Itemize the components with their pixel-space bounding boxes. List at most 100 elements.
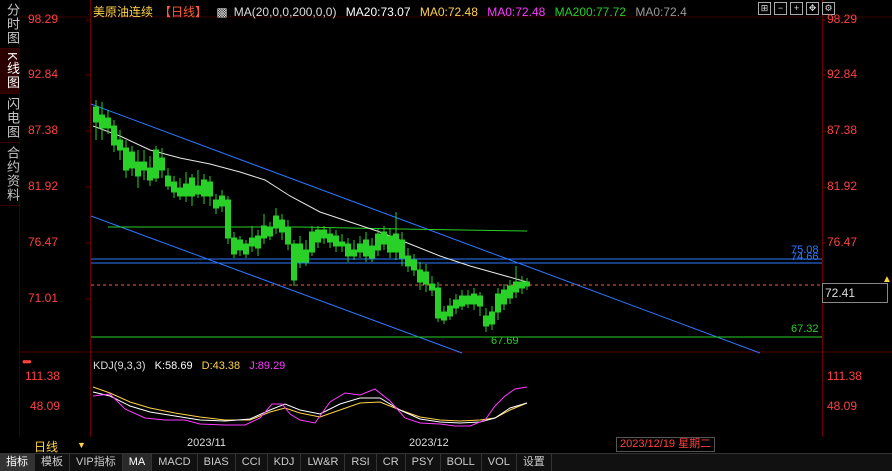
plus-icon[interactable]: +: [790, 2, 803, 15]
chevron-down-icon[interactable]: ▼: [77, 440, 86, 450]
price-ticks: [86, 19, 826, 300]
kdj-axis-label-right: 111.38: [827, 369, 862, 383]
channel-upper-line[interactable]: [90, 103, 761, 354]
candle-body: [225, 199, 231, 239]
candle-body: [357, 243, 363, 253]
ma20-value: MA20:73.07: [345, 5, 411, 19]
price-label-right: 98.29: [827, 12, 858, 26]
candle-body: [231, 237, 237, 255]
candle-body: [321, 229, 327, 239]
indicator-tab[interactable]: VOL: [482, 454, 517, 471]
candle-body: [177, 187, 183, 197]
candle-body: [267, 227, 273, 237]
kdj-header: KDJ(9,3,3) K:58.69 D:43.38 J:89.29: [93, 360, 291, 372]
indicator-tab[interactable]: MA: [122, 454, 153, 471]
candle-body: [165, 175, 171, 187]
candle-body: [261, 225, 267, 239]
candle-body: [501, 289, 507, 305]
low-price-label: 67.69: [491, 335, 519, 347]
candle-body: [327, 233, 333, 243]
indicator-tab[interactable]: BIAS: [198, 454, 236, 471]
indicator-tab[interactable]: MACD: [152, 454, 198, 471]
candle-body: [519, 281, 525, 289]
candle-body: [411, 259, 417, 271]
chart-header: 美原油连续 【日线】 ▩ MA(20,0,0,200,0,0) MA20:73.07…: [93, 3, 693, 20]
candle-body: [387, 235, 393, 253]
indicator-tab[interactable]: CR: [377, 454, 406, 471]
kdj-j-line: [92, 386, 528, 427]
candle-body: [207, 181, 213, 197]
indicator-tab[interactable]: KDJ: [268, 454, 302, 471]
ma-params[interactable]: MA(20,0,0,200,0,0): [234, 5, 337, 19]
ma200-value: MA200:77.72: [554, 5, 627, 19]
kdj-title[interactable]: KDJ(9,3,3): [93, 360, 146, 372]
candle-body: [441, 311, 447, 321]
candle-body: [93, 106, 99, 123]
indicator-tab[interactable]: BOLL: [441, 454, 482, 471]
price-label-left: 87.38: [28, 123, 59, 137]
minus-icon[interactable]: −: [774, 2, 787, 15]
candle-body: [135, 161, 141, 177]
indicator-tab[interactable]: 指标: [0, 454, 35, 471]
candle-body: [375, 233, 381, 251]
indicator-tab[interactable]: RSI: [345, 454, 377, 471]
candle-body: [315, 229, 321, 243]
price-label-left: 92.84: [28, 67, 59, 81]
candle-body: [471, 293, 477, 305]
kdj-axis-label-right: 48.09: [827, 399, 858, 413]
date-label: 2023/12: [409, 437, 449, 449]
candle-body: [429, 283, 435, 291]
candle-body: [285, 227, 291, 245]
kdj-d-line: [92, 386, 528, 422]
candle-body: [117, 139, 123, 151]
indicator-tab[interactable]: 设置: [517, 454, 552, 471]
candle-body: [291, 243, 297, 281]
price-label-right: 76.47: [827, 235, 858, 249]
candle-body: [489, 311, 495, 325]
instrument-title: 美原油连续: [93, 5, 154, 19]
price-label-left: 81.92: [28, 179, 59, 193]
candle-body: [453, 299, 459, 309]
candle-body: [297, 243, 303, 263]
price-label-right: 87.38: [827, 123, 858, 137]
candle-body: [507, 285, 513, 299]
candle-body: [171, 181, 177, 193]
candle-body: [111, 125, 117, 146]
level-label-74: 74.66: [791, 251, 819, 263]
kdj-k-value: K:58.69: [154, 360, 193, 372]
candle-body: [195, 185, 201, 195]
kdj-d-value: D:43.38: [201, 360, 241, 372]
candle-body: [399, 239, 405, 259]
move-icon[interactable]: ✥: [806, 2, 819, 15]
kdj-menu-icon[interactable]: •••: [22, 354, 32, 369]
candle-body: [249, 237, 255, 247]
ma0-value-2: MA0:72.48: [487, 5, 546, 19]
price-label-right: 81.92: [827, 179, 858, 193]
candle-body: [459, 295, 465, 307]
date-label: 2023/11: [187, 437, 226, 449]
indicator-tab[interactable]: VIP指标: [70, 454, 123, 471]
kline-chart[interactable]: 美原油连续 【日线】 ▩ MA(20,0,0,200,0,0) MA20:73.07…: [0, 0, 892, 437]
candle-body: [345, 243, 351, 257]
candle-body: [309, 231, 315, 253]
indicator-tab[interactable]: CCI: [236, 454, 268, 471]
candle-body: [477, 295, 483, 307]
candle-body: [465, 295, 471, 305]
indicator-tab[interactable]: LW&R: [301, 454, 346, 471]
candle-body: [524, 281, 530, 287]
candle-body: [141, 161, 147, 171]
indicator-tab[interactable]: 模板: [35, 454, 70, 471]
candle-body: [237, 239, 243, 251]
candle-body: [393, 233, 399, 253]
indicator-tab-bar: 指标 模板 VIP指标 MA MACD BIAS CCI KDJ LW&R RSI CR PSY BOL…: [0, 453, 892, 471]
ma-settings-icon[interactable]: ▩: [216, 5, 227, 19]
indicator-tab[interactable]: PSY: [406, 454, 441, 471]
period-tag: 【日线】: [159, 5, 208, 19]
candle-body: [129, 151, 135, 169]
price-label-left: 98.29: [28, 12, 59, 26]
candle-body: [495, 293, 501, 313]
expand-icon[interactable]: ⊞: [758, 2, 771, 15]
price-label-right: 92.84: [827, 67, 858, 81]
price-label-left: 76.47: [28, 235, 59, 249]
ma0-value-1: MA0:72.48: [419, 5, 478, 19]
